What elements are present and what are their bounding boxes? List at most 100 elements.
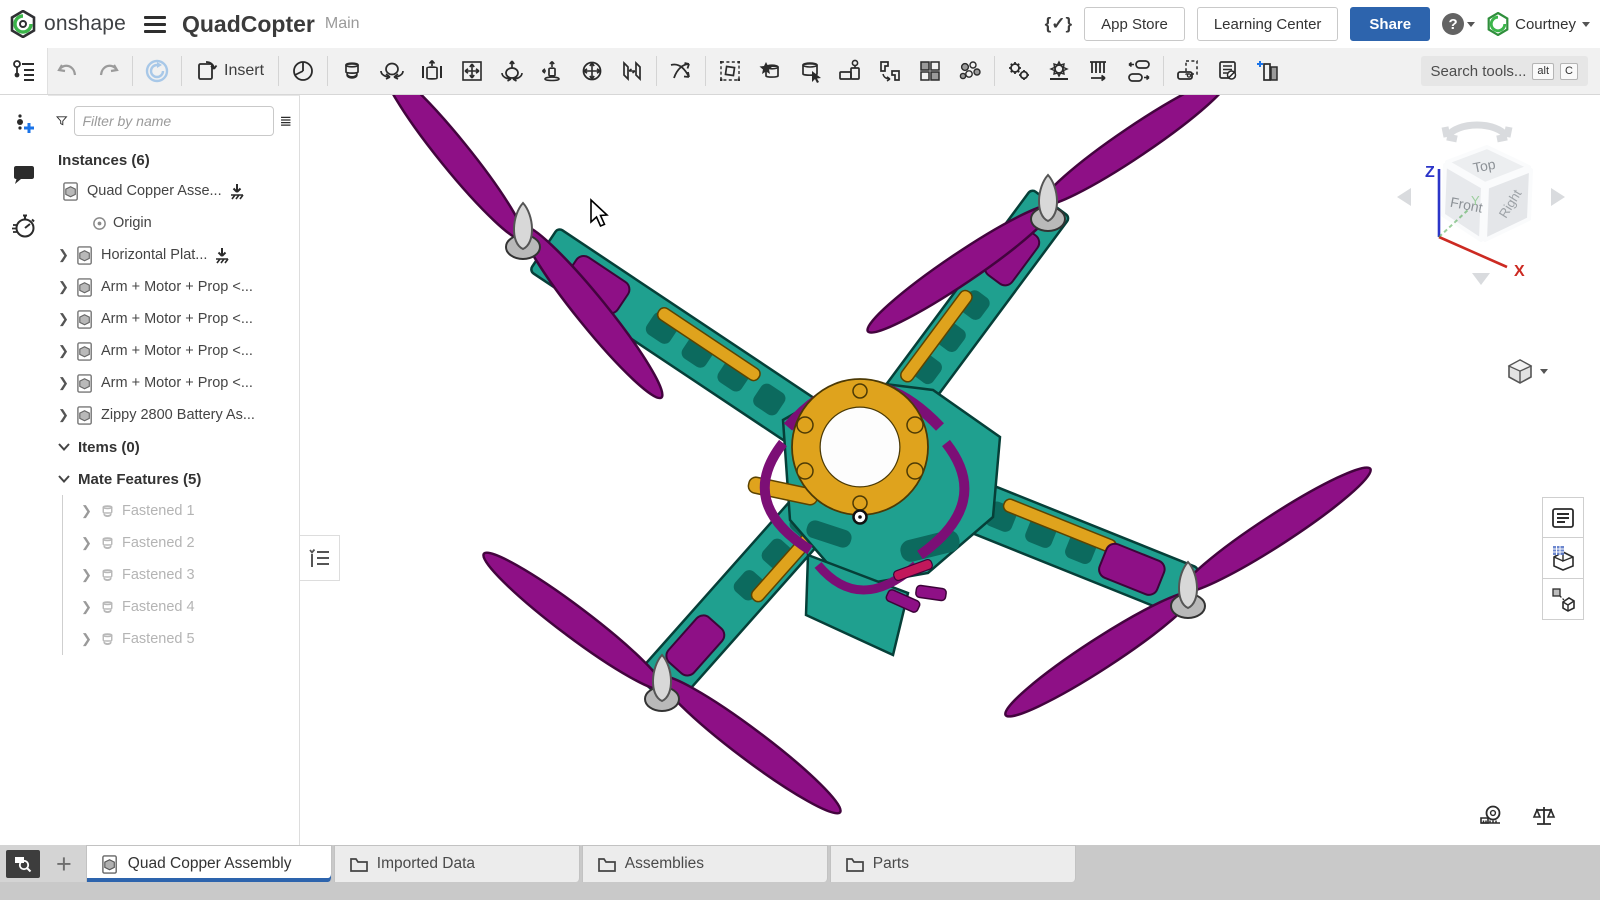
mate-row-fastened-3[interactable]: ❯ Fastened 3 [63,559,299,591]
tree-row-arm-2[interactable]: ❯ Arm + Motor + Prop <... [48,303,299,335]
chevron-right-icon[interactable]: ❯ [58,375,70,391]
tree-row-arm-3[interactable]: ❯ Arm + Motor + Prop <... [48,335,299,367]
user-avatar [1487,12,1509,36]
workspace-name[interactable]: Main [325,15,360,33]
insert-button[interactable]: Insert [186,48,274,94]
add-tab-button[interactable]: + [48,850,80,878]
arm-top-left[interactable] [529,228,824,449]
tree-row-arm-1[interactable]: ❯ Arm + Motor + Prop <... [48,271,299,303]
parallel-mate-button[interactable] [612,48,652,94]
rotate-left-arrow[interactable] [1397,188,1411,206]
help-menu[interactable]: ? [1442,13,1476,35]
mate-row-fastened-4[interactable]: ❯ Fastened 4 [63,591,299,623]
motor-prop-bottom-left[interactable] [475,535,849,830]
view-options-menu[interactable] [1506,357,1548,385]
tangent-mate-button[interactable] [661,48,701,94]
swap-instances-button[interactable] [1119,48,1159,94]
named-positions-button[interactable] [790,48,830,94]
tree-row-horizontal-plate[interactable]: ❯ Horizontal Plat... [48,239,299,271]
tab-quad-copper-assembly[interactable]: Quad Copper Assembly [85,845,332,882]
circular-pattern-button[interactable] [950,48,990,94]
chevron-right-icon[interactable]: ❯ [58,279,70,295]
configuration-panel-button[interactable] [1542,538,1584,579]
tab-assemblies[interactable]: Assemblies [581,845,828,882]
history-button[interactable] [11,213,37,244]
onshape-logo[interactable]: onshape [0,10,126,38]
tab-parts[interactable]: Parts [829,845,1076,882]
filter-icon[interactable] [56,111,68,131]
assembly-tree-toggle-button[interactable] [0,48,48,94]
undo-button[interactable] [48,48,88,94]
motor-prop-bottom-right[interactable] [993,456,1383,728]
document-menu-icon[interactable] [143,15,166,33]
sync-button[interactable] [137,48,177,94]
bom-table-button[interactable] [1542,497,1584,538]
rotate-arrows[interactable] [1441,121,1513,143]
exploded-view-button[interactable] [1079,48,1119,94]
comments-button[interactable] [11,164,37,193]
tab-imported-data[interactable]: Imported Data [333,845,580,882]
mass-properties-icon[interactable] [1532,805,1556,827]
user-menu[interactable]: Courtney [1487,12,1590,36]
rotate-right-arrow[interactable] [1551,188,1565,206]
mate-row-fastened-2[interactable]: ❯ Fastened 2 [63,527,299,559]
graphics-area[interactable]: Instances (6) Quad Copper Asse... Origin… [0,95,1600,845]
chevron-right-icon[interactable]: ❯ [81,631,93,647]
items-section-header[interactable]: Items (0) [48,431,299,463]
list-options-icon[interactable] [280,112,292,130]
tree-row-root-assembly[interactable]: Quad Copper Asse... [48,175,299,207]
motor-prop-top-right[interactable] [855,95,1241,344]
chevron-right-icon[interactable]: ❯ [58,343,70,359]
tree-row-battery[interactable]: ❯ Zippy 2800 Battery As... [48,399,299,431]
interference-button[interactable] [1248,48,1288,94]
mate-row-fastened-1[interactable]: ❯ Fastened 1 [63,495,299,527]
pin-slot-mate-button[interactable] [532,48,572,94]
search-tools-box[interactable]: Search tools... alt C [1420,56,1588,86]
planar-mate-button[interactable] [452,48,492,94]
redo-button[interactable] [88,48,128,94]
tree-row-arm-4[interactable]: ❯ Arm + Motor + Prop <... [48,367,299,399]
chevron-right-icon[interactable]: ❯ [81,567,93,583]
replicate-button[interactable] [870,48,910,94]
motor-prop-top-left[interactable] [373,95,673,412]
app-store-button[interactable]: App Store [1084,7,1185,41]
measure-tape-icon[interactable] [1478,805,1504,827]
view-cube-body[interactable]: Top Front Right [1441,145,1533,242]
add-mate-connector-button[interactable] [12,113,36,144]
chevron-right-icon[interactable]: ❯ [81,535,93,551]
share-button[interactable]: Share [1350,7,1431,41]
tree-row-origin[interactable]: Origin [48,207,299,239]
rotate-down-arrow[interactable] [1472,273,1490,285]
filter-input[interactable] [73,106,274,136]
revolute-mate-button[interactable] [372,48,412,94]
chevron-right-icon[interactable]: ❯ [58,247,70,263]
chevron-right-icon[interactable]: ❯ [81,503,93,519]
mate-features-section-header[interactable]: Mate Features (5) [48,463,299,495]
appearance-panel-button[interactable] [1542,579,1584,620]
ball-mate-button[interactable] [572,48,612,94]
tab-label: Parts [872,855,909,872]
cylindrical-mate-button[interactable] [492,48,532,94]
fastened-mate-button[interactable] [332,48,372,94]
linear-pattern-button[interactable] [910,48,950,94]
featurescript-icon[interactable]: {✓} [1045,14,1072,34]
y-axis-label: Y [1471,193,1480,208]
section-view-button[interactable] [1168,48,1208,94]
assembly-toolbar: Insert Search tools... alt C [0,48,1600,95]
mate-button[interactable] [283,48,323,94]
configurations-button[interactable] [999,48,1039,94]
tree-panel-collapse-toggle[interactable] [300,535,340,581]
hide-mates-button[interactable] [1208,48,1248,94]
mate-row-fastened-5[interactable]: ❯ Fastened 5 [63,623,299,655]
learning-center-button[interactable]: Learning Center [1196,7,1339,41]
view-cube[interactable]: Top Front Right Z X Y [1387,107,1572,302]
snap-mode-button[interactable] [830,48,870,94]
chevron-right-icon[interactable]: ❯ [81,599,93,615]
chevron-right-icon[interactable]: ❯ [58,407,70,423]
chevron-right-icon[interactable]: ❯ [58,311,70,327]
group-button[interactable] [710,48,750,94]
feature-pattern-button[interactable] [1039,48,1079,94]
mate-connector-button[interactable] [750,48,790,94]
tab-manager-button[interactable] [6,849,40,878]
slider-mate-button[interactable] [412,48,452,94]
